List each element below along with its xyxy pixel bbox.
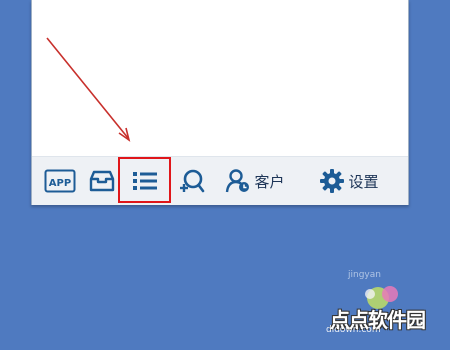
watermark-site-left: jingyan [348,270,381,280]
watermark-site-right: didown.com [326,325,381,335]
